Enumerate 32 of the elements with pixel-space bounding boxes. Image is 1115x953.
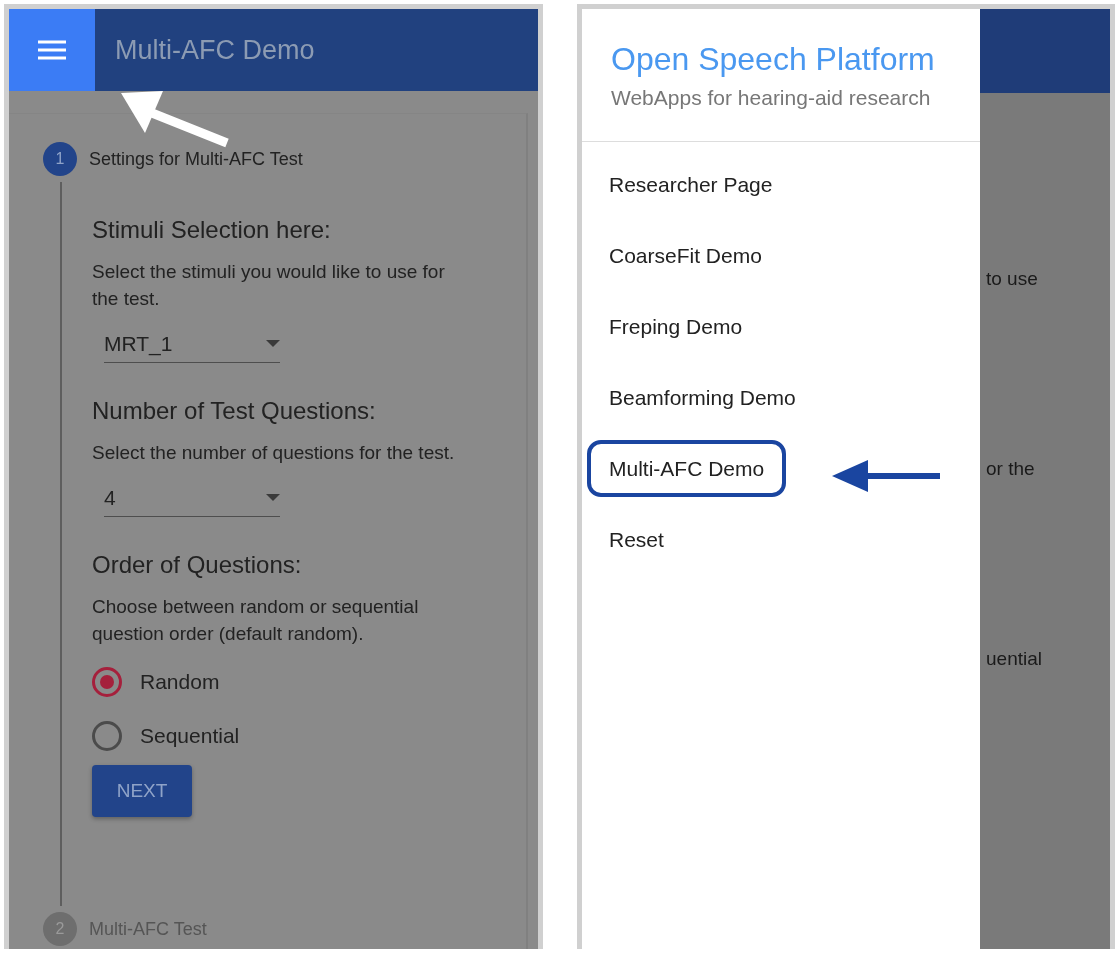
radio-label: Sequential bbox=[140, 724, 240, 748]
drawer-title: Open Speech Platform bbox=[611, 40, 936, 78]
step-label: Settings for Multi-AFC Test bbox=[89, 148, 303, 170]
page-text: or the bbox=[986, 458, 1036, 480]
page-text: uential bbox=[986, 648, 1043, 670]
menu-icon bbox=[38, 40, 66, 60]
radio-button[interactable] bbox=[92, 667, 122, 697]
section-description: Select the stimuli you would like to use for the test. bbox=[92, 260, 446, 311]
section-description: Choose between random or sequential question order (default random). bbox=[92, 595, 420, 646]
next-button[interactable]: NEXT bbox=[92, 765, 192, 817]
select-field[interactable]: 4 bbox=[104, 486, 280, 517]
section-heading: Stimuli Selection here: bbox=[92, 216, 332, 244]
menu-item[interactable]: Multi-AFC Demo bbox=[587, 440, 787, 497]
page-text: to use bbox=[986, 268, 1039, 290]
annotation-arrow-icon bbox=[832, 458, 942, 494]
menu-item[interactable]: Freping Demo bbox=[587, 298, 765, 355]
menu-button[interactable] bbox=[9, 9, 95, 91]
step-number: 1 bbox=[43, 142, 77, 176]
app-title: Multi-AFC Demo bbox=[115, 34, 315, 66]
menu-item[interactable]: Researcher Page bbox=[587, 156, 795, 213]
menu-item[interactable]: Beamforming Demo bbox=[587, 369, 818, 426]
section-description: Select the number of questions for the test. bbox=[92, 441, 456, 465]
menu-item[interactable]: CoarseFit Demo bbox=[587, 227, 784, 284]
radio-button[interactable] bbox=[92, 721, 122, 751]
dropdown-caret-icon bbox=[266, 340, 280, 348]
radio-label: Random bbox=[140, 670, 220, 694]
dropdown-caret-icon bbox=[266, 494, 280, 502]
select-field[interactable]: MRT_1 bbox=[104, 332, 280, 363]
section-heading: Number of Test Questions: bbox=[92, 397, 377, 425]
menu-item[interactable]: Reset bbox=[587, 511, 686, 568]
section-heading: Order of Questions: bbox=[92, 551, 303, 579]
drawer-subtitle: WebApps for hearing-aid research bbox=[611, 85, 932, 110]
